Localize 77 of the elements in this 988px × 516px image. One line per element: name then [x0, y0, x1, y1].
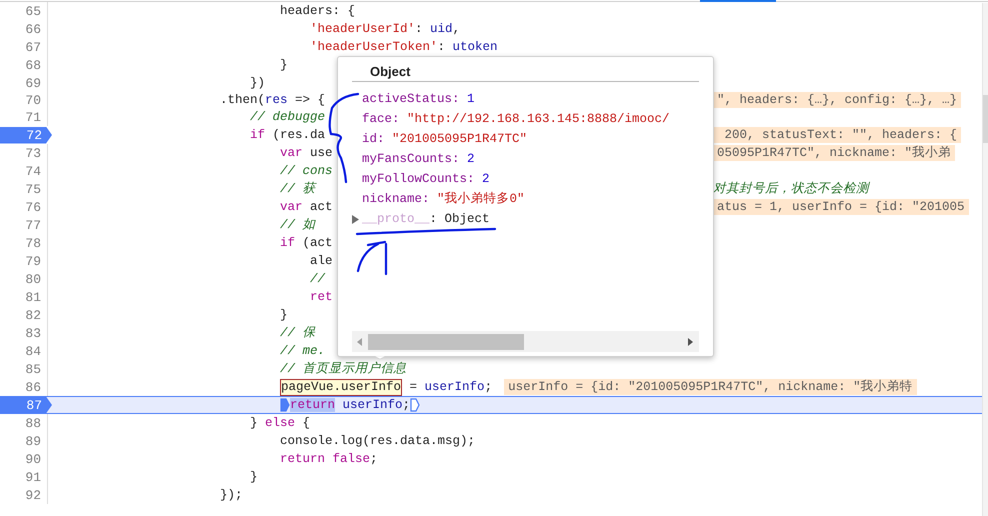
code-line: // 获: [280, 180, 316, 198]
code-line: });: [220, 486, 243, 504]
code-line: return userInfo;: [290, 396, 410, 414]
code-line: // 首页显示用户信息: [280, 360, 407, 378]
code-line: = userInfo;: [408, 378, 492, 396]
property-row-text: nickname: "我小弟特多0": [362, 190, 525, 208]
code-line: // debugge: [250, 108, 326, 126]
inline-value: 05095P1R47TC", nickname: "我小弟: [713, 145, 956, 161]
code-line: }: [280, 56, 288, 74]
code-comment: 对其封号后，状态不会检测: [713, 180, 869, 198]
inline-value: ", headers: {…}, config: {…}, …}: [713, 92, 962, 108]
handwritten-arrow-drawing: [356, 240, 388, 276]
popover-title: Object: [370, 62, 410, 81]
code-line: return false;: [280, 450, 378, 468]
line-number[interactable]: 79: [25, 254, 41, 268]
code-line: var act: [280, 198, 333, 216]
line-number[interactable]: 84: [25, 344, 41, 358]
line-number[interactable]: 73: [25, 146, 41, 160]
line-number[interactable]: 83: [25, 326, 41, 340]
line-number[interactable]: 92: [25, 488, 41, 502]
inline-value: atus = 1, userInfo = {id: "201005: [713, 199, 969, 215]
code-line: if (res.da: [250, 126, 326, 144]
scrollbar-thumb[interactable]: [368, 334, 524, 350]
line-number[interactable]: 65: [25, 4, 41, 18]
code-line: console.log(res.data.msg);: [280, 432, 476, 450]
code-line: 'headerUserId': uid,: [310, 20, 460, 38]
property-row-text: activeStatus: 1: [362, 90, 475, 108]
line-number[interactable]: 85: [25, 362, 41, 376]
line-number[interactable]: 67: [25, 40, 41, 54]
line-number[interactable]: 70: [25, 92, 41, 108]
code-line: //: [310, 270, 326, 288]
code-line: } else {: [250, 414, 310, 432]
code-line: // me.: [280, 342, 326, 360]
line-number[interactable]: 76: [25, 200, 41, 214]
line-number[interactable]: 75: [25, 182, 41, 196]
property-row-text: face: "http://192.168.163.145:8888/imooc/: [362, 110, 670, 128]
line-number[interactable]: 89: [25, 434, 41, 448]
vertical-scrollbar[interactable]: [982, 3, 988, 516]
line-number[interactable]: 71: [25, 110, 41, 124]
line-number[interactable]: 81: [25, 290, 41, 304]
code-line: if (act: [280, 234, 333, 252]
line-number[interactable]: 69: [25, 76, 41, 90]
code-line: // 保: [280, 324, 316, 342]
line-number[interactable]: 87: [0, 396, 52, 414]
line-number[interactable]: 90: [25, 452, 41, 466]
line-number[interactable]: 72: [0, 126, 52, 144]
code-line: ret: [310, 288, 333, 306]
code-line: .then(res => {: [220, 92, 326, 109]
code-line: ale: [310, 252, 333, 270]
hovered-expression[interactable]: pageVue.userInfo: [280, 378, 402, 396]
line-number[interactable]: 74: [25, 164, 41, 178]
code-line: }: [280, 306, 288, 324]
inline-value: userInfo = {id: "201005095P1R47TC", nickname: "我小弟特: [504, 379, 917, 395]
code-line: // 如: [280, 216, 316, 234]
execution-marker-icon[interactable]: [410, 398, 420, 412]
code-line: headers: {: [280, 2, 356, 20]
code-line: 'headerUserToken': utoken: [310, 38, 498, 56]
property-row-text: __proto__: Object: [362, 210, 490, 228]
code-line: var use: [280, 144, 333, 162]
inline-value: 200, statusText: "", headers: {: [713, 127, 962, 143]
line-number[interactable]: 66: [25, 22, 41, 36]
line-number[interactable]: 77: [25, 218, 41, 232]
property-row-text: myFollowCounts: 2: [362, 170, 490, 188]
code-line: }): [250, 74, 266, 92]
code-line: }: [250, 468, 258, 486]
line-number[interactable]: 82: [25, 308, 41, 322]
line-number[interactable]: 88: [25, 416, 41, 430]
line-number[interactable]: 68: [25, 58, 41, 72]
expand-triangle-icon[interactable]: [351, 214, 359, 224]
horizontal-scrollbar[interactable]: [352, 331, 699, 352]
line-number[interactable]: 86: [25, 380, 41, 394]
line-number[interactable]: 80: [25, 272, 41, 286]
property-row-text: myFansCounts: 2: [362, 150, 475, 168]
code-line: // cons: [280, 162, 333, 180]
line-number[interactable]: 91: [25, 470, 41, 484]
line-number[interactable]: 78: [25, 236, 41, 250]
property-row-text: id: "201005095P1R47TC": [362, 130, 528, 148]
